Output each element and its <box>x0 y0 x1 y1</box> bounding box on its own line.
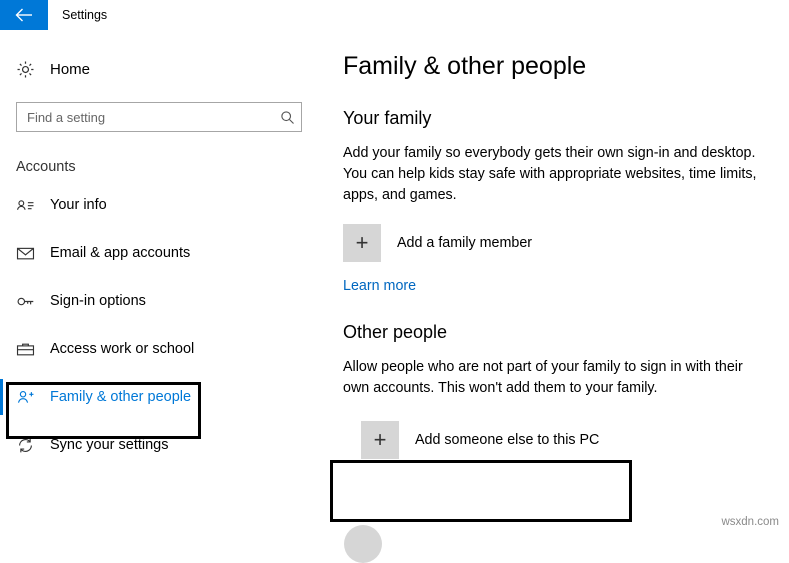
section-heading-other-people: Other people <box>343 322 769 343</box>
sidebar-item-access-work-or-school[interactable]: Access work or school <box>0 325 320 373</box>
gear-icon <box>16 60 44 79</box>
title-bar: Settings <box>0 0 789 30</box>
add-family-member-button[interactable]: + Add a family member <box>343 224 769 262</box>
sidebar-item-sync-your-settings-label: Sync your settings <box>50 437 168 453</box>
sidebar-item-family-other-people-label: Family & other people <box>50 389 191 405</box>
key-icon <box>16 292 46 311</box>
sidebar-item-your-info-label: Your info <box>50 197 107 213</box>
learn-more-link[interactable]: Learn more <box>343 278 416 294</box>
sidebar-item-your-info[interactable]: Your info <box>0 181 320 229</box>
avatar <box>344 525 382 563</box>
add-someone-else-button[interactable]: + Add someone else to this PC <box>361 421 769 459</box>
user-card-icon <box>16 196 46 215</box>
sidebar-item-email-app-accounts[interactable]: Email & app accounts <box>0 229 320 277</box>
section-description-other-people: Allow people who are not part of your fa… <box>343 357 769 399</box>
watermark: wsxdn.com <box>721 516 779 528</box>
main-pane: Family & other people Your family Add yo… <box>320 30 789 534</box>
briefcase-icon <box>16 340 46 359</box>
sidebar: Home Accounts Your info <box>0 30 320 534</box>
content-area: Home Accounts Your info <box>0 30 789 534</box>
add-someone-else-label: Add someone else to this PC <box>415 432 599 448</box>
search-icon[interactable] <box>273 110 301 125</box>
sidebar-item-family-other-people[interactable]: Family & other people <box>0 373 320 421</box>
plus-icon: + <box>361 421 399 459</box>
back-arrow-icon <box>15 8 33 22</box>
back-button[interactable] <box>0 0 48 30</box>
sync-icon <box>16 436 46 455</box>
sidebar-item-home-label: Home <box>50 61 90 78</box>
sidebar-item-sync-your-settings[interactable]: Sync your settings <box>0 421 320 469</box>
sidebar-item-sign-in-options[interactable]: Sign-in options <box>0 277 320 325</box>
people-icon <box>16 388 46 407</box>
sidebar-item-home[interactable]: Home <box>0 50 320 88</box>
search-input[interactable] <box>17 103 273 131</box>
window-title: Settings <box>48 0 107 30</box>
search-box[interactable] <box>16 102 302 132</box>
sidebar-section-header: Accounts <box>16 159 320 175</box>
page-title: Family & other people <box>343 52 769 81</box>
section-description-your-family: Add your family so everybody gets their … <box>343 143 769 206</box>
sidebar-item-email-app-accounts-label: Email & app accounts <box>50 245 190 261</box>
add-family-member-label: Add a family member <box>397 235 532 251</box>
section-heading-your-family: Your family <box>343 108 769 129</box>
sidebar-item-sign-in-options-label: Sign-in options <box>50 293 146 309</box>
sidebar-item-access-work-or-school-label: Access work or school <box>50 341 194 357</box>
envelope-icon <box>16 244 46 263</box>
plus-icon: + <box>343 224 381 262</box>
